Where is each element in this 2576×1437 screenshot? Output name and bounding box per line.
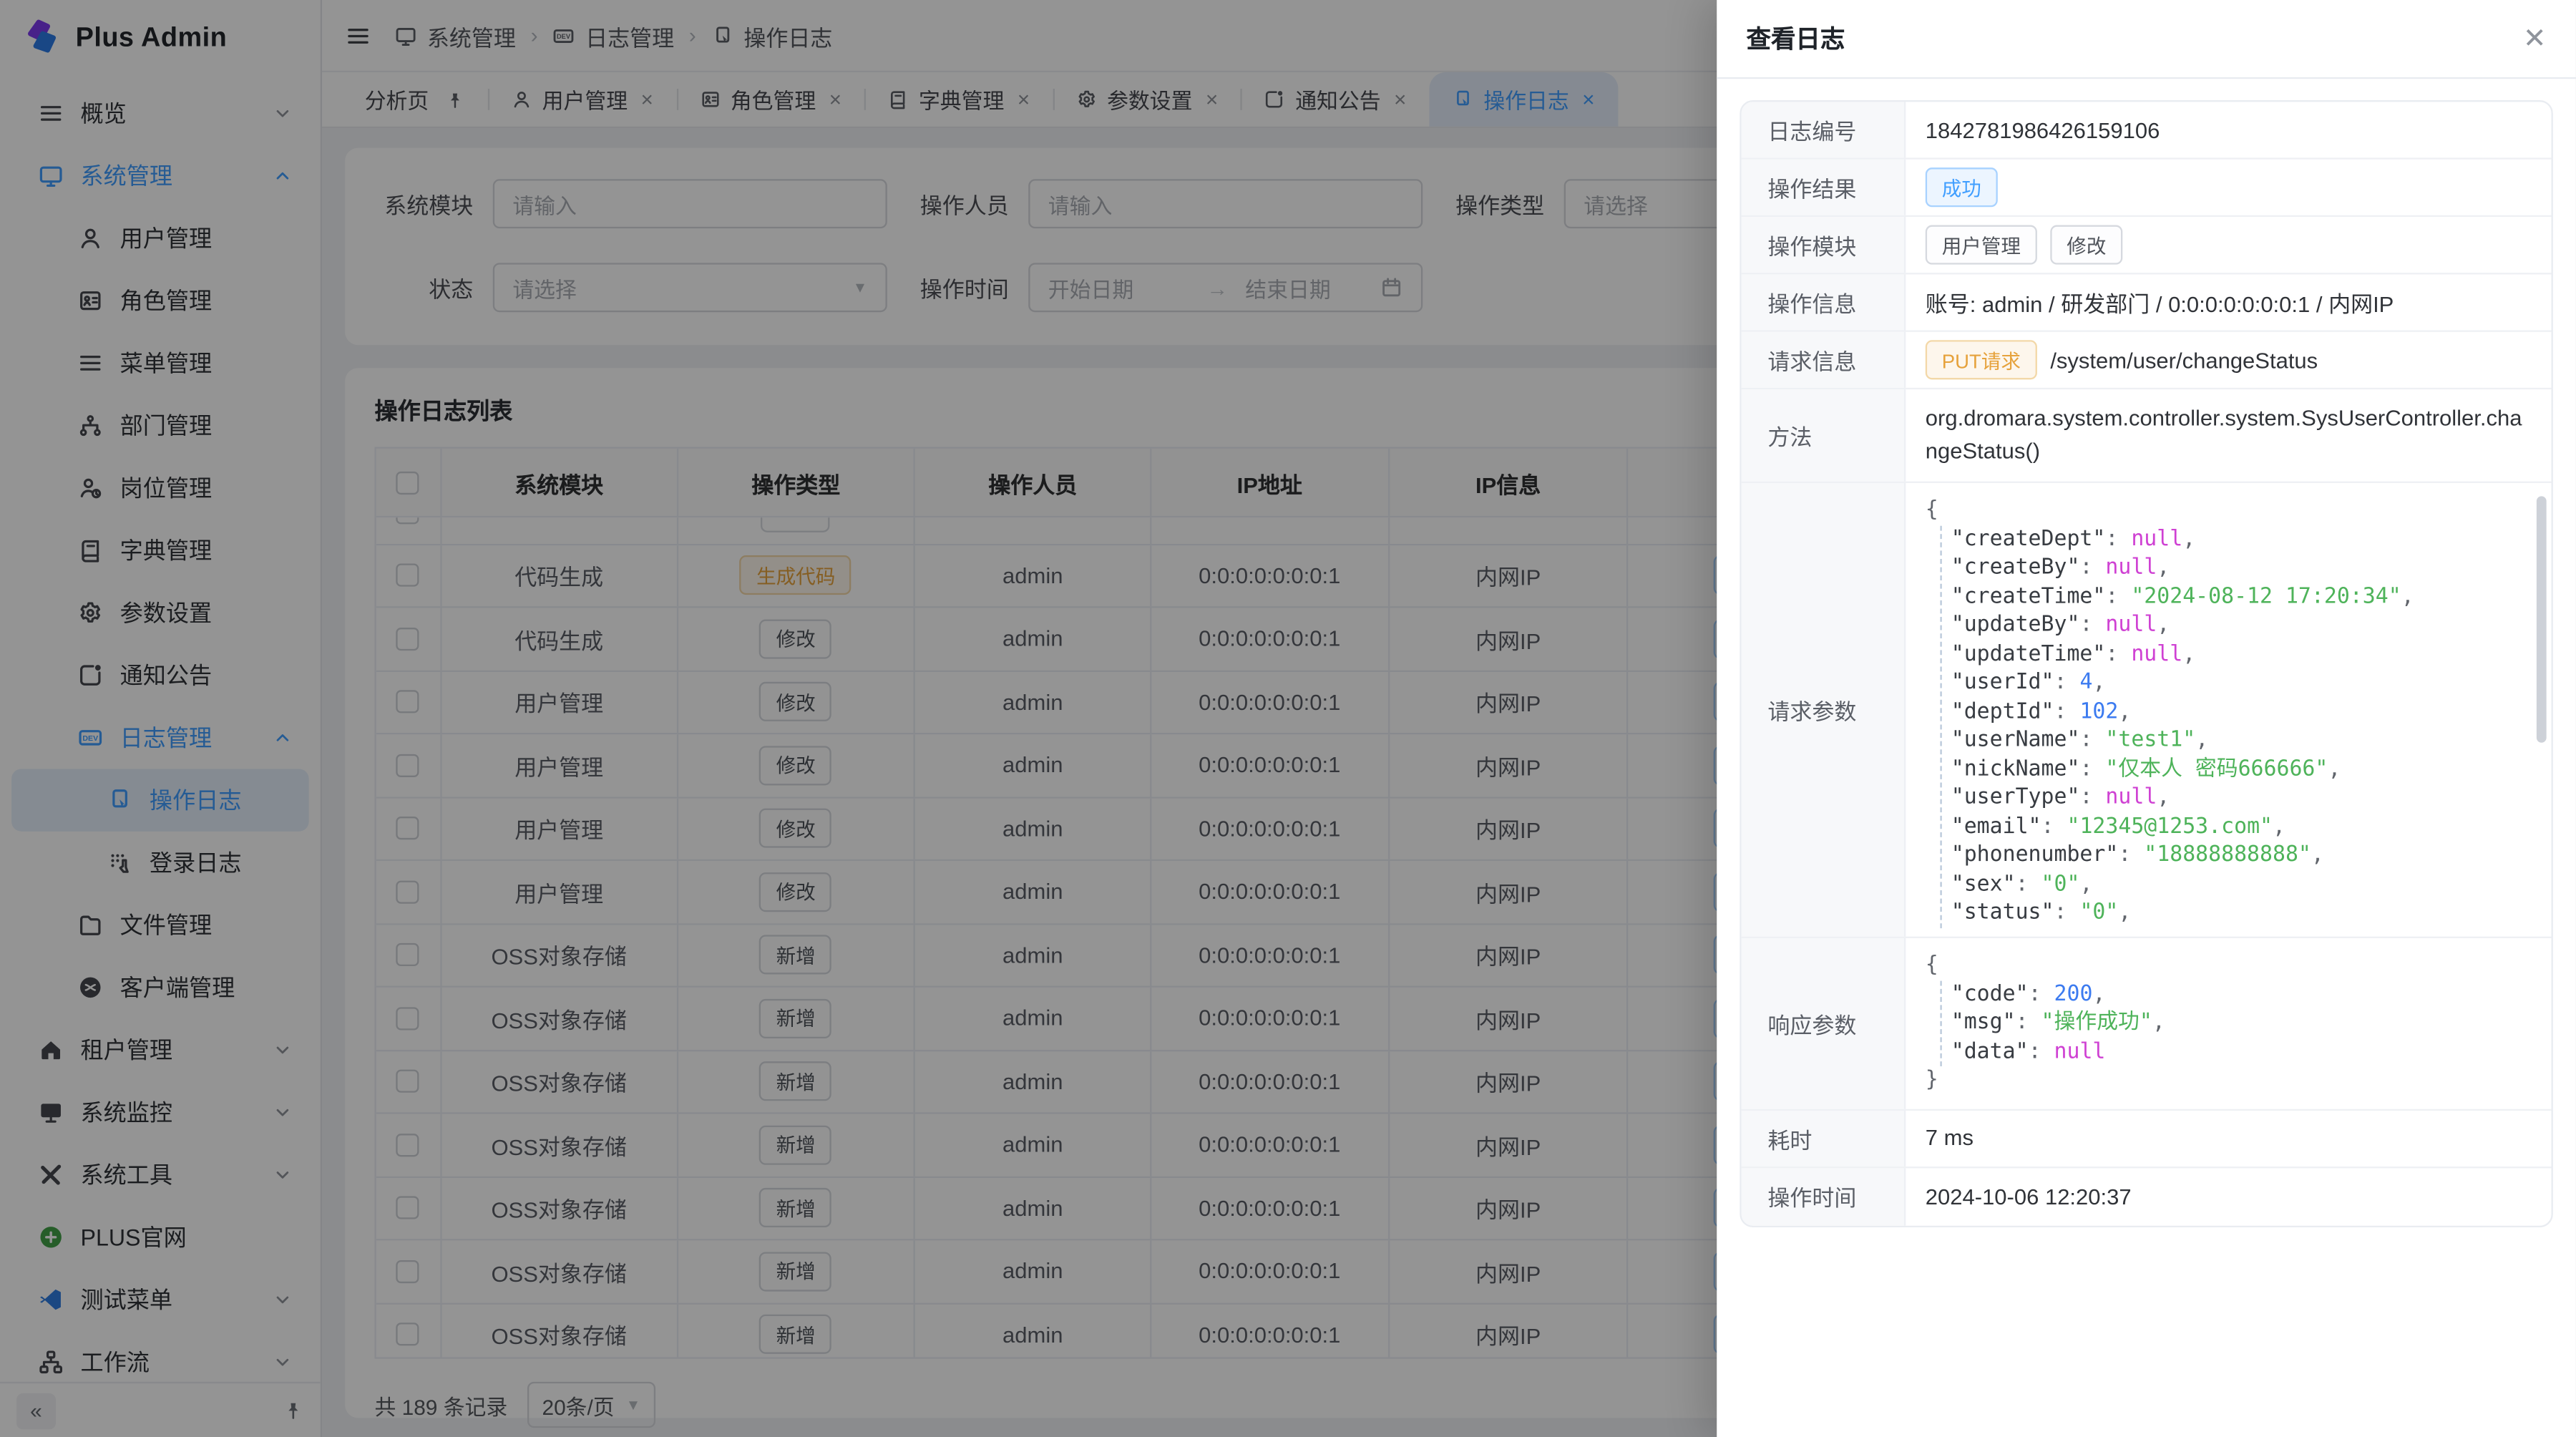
detail-tag: 成功 [1926, 167, 1998, 207]
detail-label: 操作时间 [1742, 1167, 1906, 1224]
detail-value-code: { "createDept": null, "createBy": null, … [1906, 483, 2551, 937]
detail-tag: 用户管理 [1926, 225, 2037, 265]
detail-text: /system/user/changeStatus [2050, 348, 2318, 372]
indent-guide [1940, 525, 1941, 927]
detail-value: 成功 [1906, 160, 2551, 215]
drawer-body: 日志编号1842781986426159106操作结果成功操作模块用户管理修改操… [1717, 79, 2576, 1437]
json-code: { "code": 200, "msg": "操作成功", "data": nu… [1926, 951, 2532, 1095]
detail-label: 操作模块 [1742, 217, 1906, 273]
code-scrollbar[interactable] [2537, 496, 2547, 742]
detail-label: 请求参数 [1742, 483, 1906, 937]
detail-row-方法: 方法org.dromara.system.controller.system.S… [1742, 389, 2552, 483]
detail-value: 账号: admin / 研发部门 / 0:0:0:0:0:0:0:1 / 内网I… [1906, 274, 2551, 330]
drawer-title: 查看日志 [1747, 21, 1845, 56]
detail-label: 响应参数 [1742, 938, 1906, 1109]
detail-value: org.dromara.system.controller.system.Sys… [1906, 389, 2551, 482]
indent-guide [1940, 980, 1941, 1067]
detail-label: 操作结果 [1742, 160, 1906, 215]
detail-value: 用户管理修改 [1906, 217, 2551, 273]
detail-label: 方法 [1742, 389, 1906, 482]
detail-row-操作模块: 操作模块用户管理修改 [1742, 217, 2552, 274]
detail-value-code: { "code": 200, "msg": "操作成功", "data": nu… [1906, 938, 2551, 1109]
detail-row-操作结果: 操作结果成功 [1742, 160, 2552, 217]
detail-row-操作信息: 操作信息账号: admin / 研发部门 / 0:0:0:0:0:0:0:1 /… [1742, 274, 2552, 331]
detail-value: PUT请求/system/user/changeStatus [1906, 332, 2551, 388]
request-method-tag: PUT请求 [1926, 340, 2037, 379]
detail-value: 1842781986426159106 [1906, 102, 2551, 157]
detail-tag: 修改 [2050, 225, 2122, 265]
detail-row-请求参数: 请求参数{ "createDept": null, "createBy": nu… [1742, 483, 2552, 938]
detail-label: 日志编号 [1742, 102, 1906, 157]
detail-row-操作时间: 操作时间2024-10-06 12:20:37 [1742, 1167, 2552, 1224]
detail-label: 耗时 [1742, 1110, 1906, 1166]
detail-row-请求信息: 请求信息PUT请求/system/user/changeStatus [1742, 332, 2552, 389]
drawer-header: 查看日志 ✕ [1717, 0, 2576, 79]
detail-row-日志编号: 日志编号1842781986426159106 [1742, 102, 2552, 159]
app-root: Plus Admin 概览系统管理用户管理角色管理菜单管理部门管理岗位管理字典管… [0, 0, 2576, 1437]
detail-row-耗时: 耗时7 ms [1742, 1110, 2552, 1167]
detail-value: 2024-10-06 12:20:37 [1906, 1167, 2551, 1224]
detail-row-响应参数: 响应参数{ "code": 200, "msg": "操作成功", "data"… [1742, 938, 2552, 1110]
detail-value: 7 ms [1906, 1110, 2551, 1166]
detail-label: 请求信息 [1742, 332, 1906, 388]
json-code: { "createDept": null, "createBy": null, … [1926, 496, 2532, 927]
log-detail-table: 日志编号1842781986426159106操作结果成功操作模块用户管理修改操… [1740, 100, 2552, 1227]
close-icon[interactable]: ✕ [2523, 24, 2547, 52]
detail-label: 操作信息 [1742, 274, 1906, 330]
view-log-drawer: 查看日志 ✕ 日志编号1842781986426159106操作结果成功操作模块… [1717, 0, 2576, 1437]
